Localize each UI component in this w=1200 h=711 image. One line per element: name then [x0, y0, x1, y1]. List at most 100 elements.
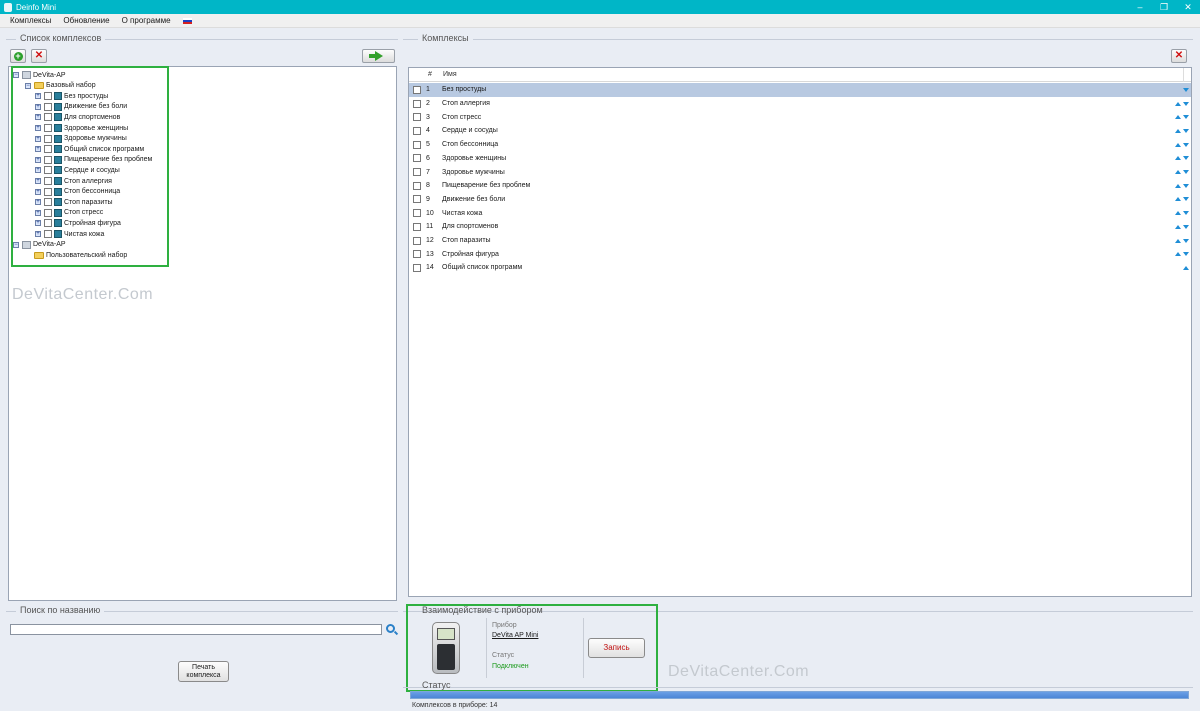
row-checkbox[interactable]: [413, 195, 421, 204]
move-down-icon[interactable]: [1183, 115, 1189, 120]
move-down-icon[interactable]: [1183, 170, 1189, 175]
move-down-icon[interactable]: [1183, 101, 1189, 106]
row-reorder: [1175, 170, 1189, 175]
row-number: 8: [426, 182, 430, 190]
table-row[interactable]: 12 Стоп паразиты: [409, 234, 1191, 248]
move-down-icon[interactable]: [1183, 128, 1189, 133]
row-number: 9: [426, 195, 430, 203]
print-complex-button[interactable]: Печать комплекса: [178, 661, 229, 682]
app-icon: [4, 2, 12, 12]
add-button[interactable]: +: [10, 49, 26, 63]
move-up-icon[interactable]: [1175, 142, 1181, 147]
table-row[interactable]: 13 Стройная фигура: [409, 247, 1191, 261]
watermark: DeVitaCenter.Com: [12, 286, 154, 303]
table-row[interactable]: 2 Стоп аллергия: [409, 97, 1191, 111]
move-down-icon[interactable]: [1183, 197, 1189, 202]
row-name: Стоп аллергия: [442, 100, 490, 108]
table-row[interactable]: 5 Стоп бессонница: [409, 138, 1191, 152]
move-up-icon[interactable]: [1175, 197, 1181, 202]
move-up-icon[interactable]: [1175, 252, 1181, 257]
complexes-grid[interactable]: # Имя 1 Без простуды 2 Стоп аллергия 3 Стоп с…: [408, 67, 1192, 597]
row-checkbox[interactable]: [413, 222, 421, 231]
x-icon: ✕: [34, 50, 44, 61]
row-checkbox[interactable]: [413, 126, 421, 135]
move-down-icon[interactable]: [1183, 211, 1189, 216]
plus-icon: +: [13, 50, 23, 61]
row-reorder: [1175, 211, 1189, 216]
menu-complexes[interactable]: Комплексы: [10, 16, 51, 25]
table-row[interactable]: 9 Движение без боли: [409, 193, 1191, 207]
row-number: 13: [426, 250, 434, 258]
language-flag-icon[interactable]: [182, 17, 192, 24]
menu-about[interactable]: О программе: [122, 16, 171, 25]
row-reorder: [1175, 142, 1189, 147]
search-icon[interactable]: [386, 624, 395, 633]
menu-update[interactable]: Обновление: [63, 16, 109, 25]
row-checkbox[interactable]: [413, 85, 421, 94]
row-checkbox[interactable]: [413, 181, 421, 190]
row-name: Стройная фигура: [442, 250, 499, 258]
move-up-icon[interactable]: [1175, 211, 1181, 216]
move-up-icon[interactable]: [1175, 128, 1181, 133]
row-checkbox[interactable]: [413, 113, 421, 122]
move-down-icon[interactable]: [1183, 183, 1189, 188]
menu-bar: Комплексы Обновление О программе: [0, 14, 1200, 28]
move-down-icon[interactable]: [1183, 142, 1189, 147]
row-checkbox[interactable]: [413, 168, 421, 177]
status-title: Статус: [422, 680, 451, 690]
row-name: Здоровье женщины: [442, 154, 507, 162]
move-down-icon[interactable]: [1183, 238, 1189, 243]
device-title: Взаимодействие с прибором: [422, 605, 543, 615]
move-up-icon[interactable]: [1175, 115, 1181, 120]
row-checkbox[interactable]: [413, 209, 421, 218]
row-reorder: [1183, 265, 1189, 270]
table-row[interactable]: 11 Для спортсменов: [409, 220, 1191, 234]
row-reorder: [1175, 252, 1189, 257]
device-name-link[interactable]: DeVita AP Mini: [492, 632, 538, 639]
table-row[interactable]: 6 Здоровье женщины: [409, 152, 1191, 166]
maximize-button[interactable]: ❐: [1152, 0, 1176, 14]
status-value: Подключен: [492, 663, 529, 670]
table-row[interactable]: 14 Общий список программ: [409, 261, 1191, 275]
move-down-icon[interactable]: [1183, 87, 1189, 92]
status-group-line: [403, 687, 1193, 688]
table-row[interactable]: 7 Здоровье мужчины: [409, 165, 1191, 179]
move-down-icon[interactable]: [1183, 156, 1189, 161]
move-up-icon[interactable]: [1175, 170, 1181, 175]
move-up-icon[interactable]: [1175, 156, 1181, 161]
row-name: Стоп стресс: [442, 113, 482, 121]
move-up-icon[interactable]: [1175, 183, 1181, 188]
minimize-button[interactable]: –: [1128, 0, 1152, 14]
row-checkbox[interactable]: [413, 99, 421, 108]
table-row[interactable]: 10 Чистая кожа: [409, 206, 1191, 220]
row-checkbox[interactable]: [413, 140, 421, 149]
move-up-icon[interactable]: [1175, 224, 1181, 229]
close-button[interactable]: ✕: [1176, 0, 1200, 14]
row-checkbox[interactable]: [413, 250, 421, 259]
table-row[interactable]: 4 Сердце и сосуды: [409, 124, 1191, 138]
move-down-icon[interactable]: [1183, 252, 1189, 257]
row-reorder: [1175, 115, 1189, 120]
table-row[interactable]: 1 Без простуды: [409, 83, 1191, 97]
move-up-icon[interactable]: [1183, 265, 1189, 270]
search-input[interactable]: [10, 624, 382, 635]
table-row[interactable]: 3 Стоп стресс: [409, 110, 1191, 124]
row-checkbox[interactable]: [413, 236, 421, 245]
device-label: Прибор: [492, 622, 517, 629]
column-name[interactable]: Имя: [443, 71, 457, 78]
move-down-icon[interactable]: [1183, 224, 1189, 229]
row-checkbox[interactable]: [413, 263, 421, 272]
remove-complex-button[interactable]: ✕: [1171, 49, 1187, 63]
transfer-button[interactable]: [362, 49, 395, 63]
table-row[interactable]: 8 Пищеварение без проблем: [409, 179, 1191, 193]
row-number: 12: [426, 237, 434, 245]
move-up-icon[interactable]: [1175, 238, 1181, 243]
column-number[interactable]: #: [428, 71, 432, 78]
row-reorder: [1175, 128, 1189, 133]
device-image: [432, 622, 460, 674]
delete-button[interactable]: ✕: [31, 49, 47, 63]
write-button[interactable]: Запись: [588, 638, 645, 658]
row-number: 1: [426, 86, 430, 94]
move-up-icon[interactable]: [1175, 101, 1181, 106]
row-checkbox[interactable]: [413, 154, 421, 163]
